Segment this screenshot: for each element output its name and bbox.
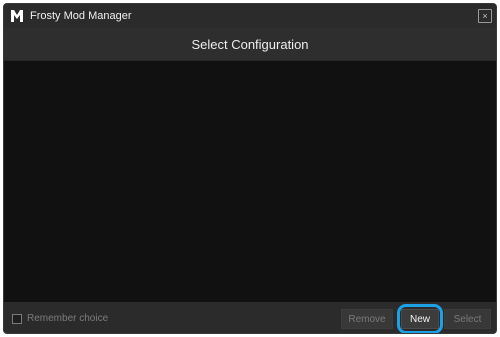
frosty-logo-icon [10,9,24,23]
close-button[interactable]: × [478,9,492,23]
window-title: Frosty Mod Manager [30,10,132,22]
dialog-title: Select Configuration [191,36,309,52]
select-button[interactable]: Select [444,309,491,329]
dialog-header: Select Configuration [4,28,496,61]
title-bar[interactable]: Frosty Mod Manager × [4,4,496,28]
configuration-list[interactable] [4,61,496,302]
close-icon: × [482,10,488,21]
new-button[interactable]: New [401,309,439,329]
remember-choice-toggle[interactable]: Remember choice [12,313,108,324]
remove-button[interactable]: Remove [341,309,393,329]
checkbox-icon[interactable] [12,313,22,324]
remember-choice-label: Remember choice [27,313,109,324]
app-window: Frosty Mod Manager × Select Configuratio… [3,3,497,334]
dialog-footer: Remember choice Remove New Select [4,302,496,333]
